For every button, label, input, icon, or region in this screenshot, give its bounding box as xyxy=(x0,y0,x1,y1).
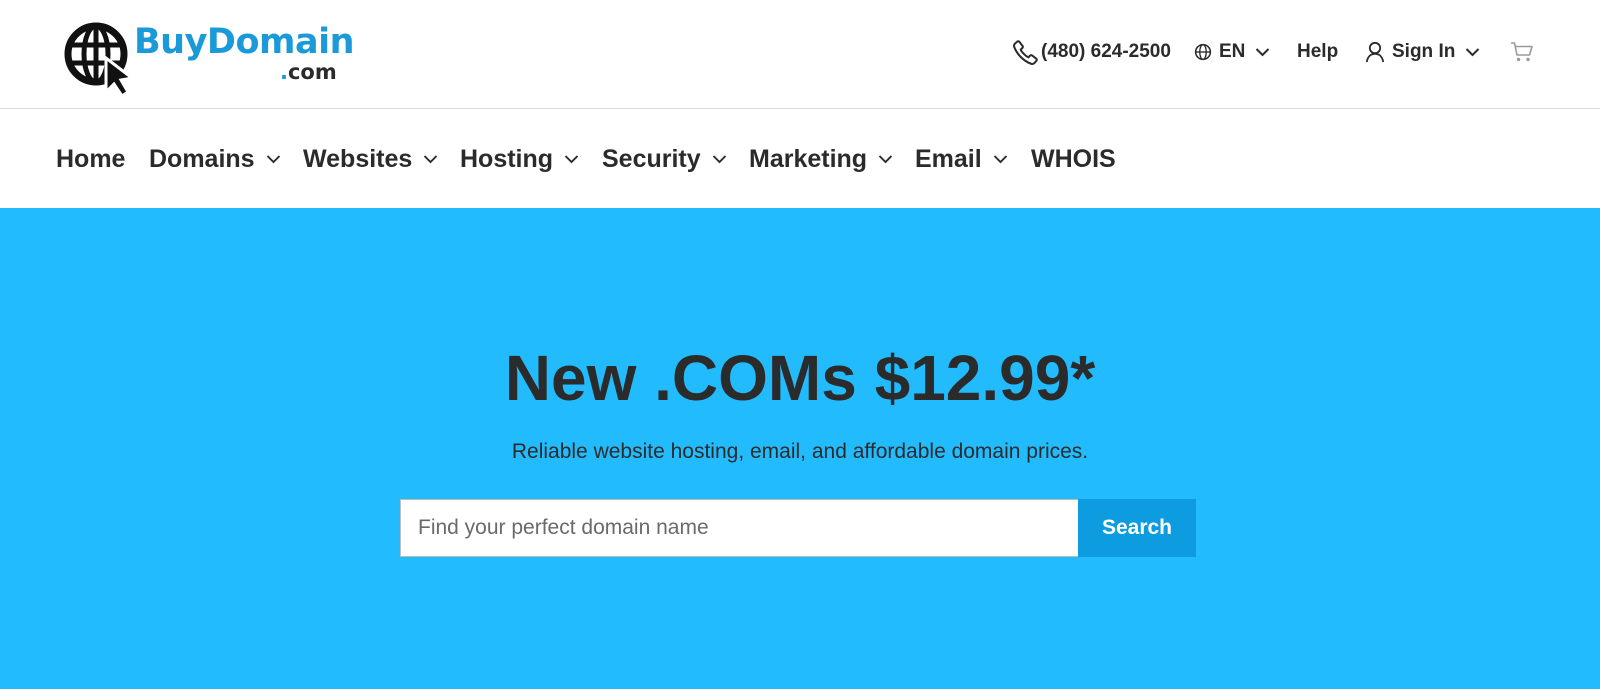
sign-in-label: Sign In xyxy=(1392,41,1456,62)
nav-item-label: Hosting xyxy=(460,144,554,173)
nav-item-label: Websites xyxy=(303,144,413,173)
logo-tld: .com xyxy=(280,60,337,84)
nav-item-domains[interactable]: Domains xyxy=(149,110,281,208)
nav-item-label: Security xyxy=(602,144,701,173)
nav-item-websites[interactable]: Websites xyxy=(303,110,438,208)
globe-icon xyxy=(1194,43,1212,61)
language-label: EN xyxy=(1219,41,1246,62)
chevron-down-icon xyxy=(1466,48,1480,57)
chevron-down-icon xyxy=(878,155,893,164)
nav-item-hosting[interactable]: Hosting xyxy=(460,110,579,208)
nav-item-home[interactable]: Home xyxy=(56,110,125,208)
nav-item-label: Email xyxy=(915,144,982,173)
nav-item-label: Marketing xyxy=(749,144,868,173)
hero-subtitle: Reliable website hosting, email, and aff… xyxy=(511,440,1089,463)
domain-search-form: Search xyxy=(400,499,1196,557)
chevron-down-icon xyxy=(712,155,726,164)
domain-search-input[interactable] xyxy=(400,499,1078,557)
main-navigation: Home Domains Websites Hosting Security M… xyxy=(0,110,1600,208)
nav-item-email[interactable]: Email xyxy=(915,110,1008,208)
help-label: Help xyxy=(1297,41,1339,62)
globe-cursor-logo-icon xyxy=(64,22,136,94)
nav-item-label: Domains xyxy=(149,144,255,173)
nav-item-marketing[interactable]: Marketing xyxy=(749,110,893,208)
chevron-down-icon xyxy=(993,155,1007,164)
cart-button[interactable] xyxy=(1510,0,1534,104)
chevron-down-icon xyxy=(1256,48,1270,57)
top-header: BuyDomain .com (480) 624-2500 EN Help Si… xyxy=(0,0,1600,109)
phone-link[interactable]: (480) 624-2500 xyxy=(1012,0,1171,104)
logo-wordmark: BuyDomain xyxy=(134,22,355,62)
nav-item-security[interactable]: Security xyxy=(602,110,727,208)
cart-icon xyxy=(1511,42,1533,62)
chevron-down-icon xyxy=(266,155,280,164)
phone-number: (480) 624-2500 xyxy=(1041,41,1171,62)
nav-item-whois[interactable]: WHOIS xyxy=(1031,110,1116,208)
sign-in-menu[interactable]: Sign In xyxy=(1365,0,1480,104)
nav-item-label: Home xyxy=(56,144,126,173)
nav-item-label: WHOIS xyxy=(1031,144,1116,173)
phone-icon xyxy=(1013,39,1038,65)
hero-title: New .COMs $12.99* xyxy=(504,342,1096,414)
site-logo[interactable]: BuyDomain .com xyxy=(62,18,355,94)
user-icon xyxy=(1365,41,1385,63)
chevron-down-icon xyxy=(424,155,438,164)
search-button[interactable]: Search xyxy=(1078,499,1196,557)
language-selector[interactable]: EN xyxy=(1194,0,1270,104)
help-link[interactable]: Help xyxy=(1297,0,1338,104)
chevron-down-icon xyxy=(564,155,579,164)
hero-banner: New .COMs $12.99* Reliable website hosti… xyxy=(0,208,1600,689)
